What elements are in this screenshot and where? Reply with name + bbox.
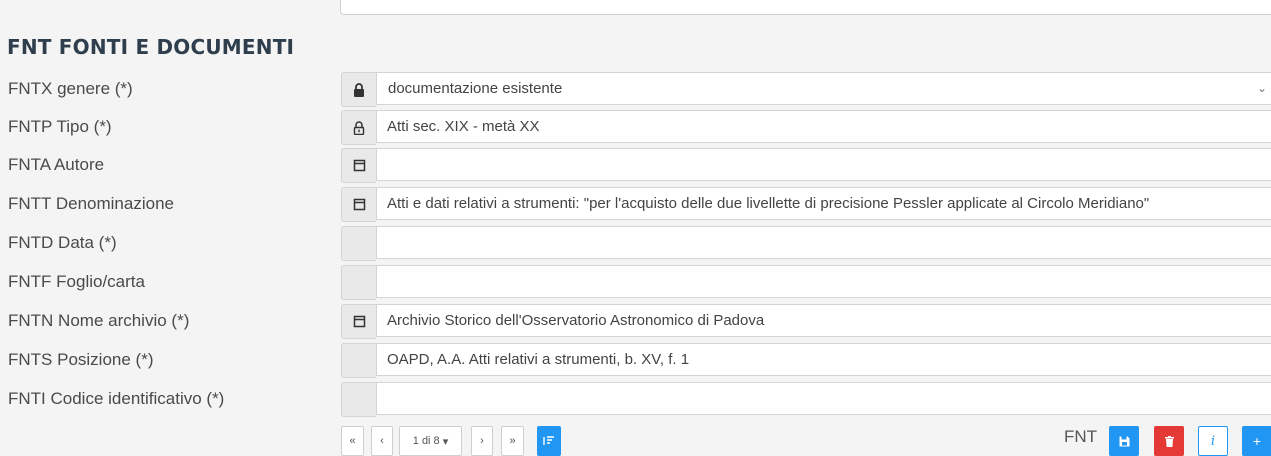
page-select[interactable]: 1 di 8 ▾ [399, 426, 462, 456]
field-label: FNTS Posizione (*) [8, 350, 154, 369]
last-page-button[interactable]: » [501, 426, 524, 456]
document-icon[interactable] [341, 187, 376, 222]
group-label: FNT [1064, 427, 1098, 446]
field-row-fnta: FNTA Autore [0, 147, 1271, 183]
next-page-button[interactable]: › [471, 426, 493, 456]
chevron-down-icon: ⌄ [1256, 81, 1267, 95]
select-value: documentazione esistente [388, 80, 563, 97]
fntp-tipo-input[interactable]: Atti sec. XIX - metà XX [376, 110, 1271, 143]
field-row-fntn: FNTN Nome archivio (*) Archivio Storico … [0, 303, 1271, 339]
prev-page-button[interactable]: ‹ [371, 426, 393, 456]
field-row-fntp: FNTP Tipo (*) Atti sec. XIX - metà XX [0, 109, 1271, 145]
sort-icon [543, 436, 554, 445]
info-button[interactable]: i [1198, 426, 1228, 456]
empty-addon [341, 382, 376, 417]
lock-icon [341, 72, 376, 107]
field-label: FNTT Denominazione [8, 194, 174, 213]
page-select-value: 1 di 8 [412, 435, 440, 447]
field-label: FNTD Data (*) [8, 233, 117, 252]
document-icon[interactable] [341, 148, 376, 183]
field-label: FNTI Codice identificativo (*) [8, 389, 225, 408]
empty-addon [341, 226, 376, 261]
caret-down-icon: ▾ [442, 435, 449, 448]
fntd-data-input[interactable] [376, 226, 1271, 259]
previous-field-bottom [340, 0, 1271, 15]
field-row-fntd: FNTD Data (*) [0, 225, 1271, 261]
first-page-button[interactable]: « [341, 426, 364, 456]
fnts-posizione-input[interactable]: OAPD, A.A. Atti relativi a strumenti, b.… [376, 343, 1271, 376]
fntf-foglio-input[interactable] [376, 265, 1271, 298]
field-row-fnti: FNTI Codice identificativo (*) [0, 381, 1271, 417]
sort-button[interactable] [537, 426, 561, 456]
field-label: FNTP Tipo (*) [8, 117, 112, 136]
document-icon[interactable] [341, 304, 376, 339]
fntx-genere-select[interactable]: documentazione esistente ⌄ [376, 72, 1271, 105]
field-row-fntx: FNTX genere (*) documentazione esistente… [0, 71, 1271, 107]
field-row-fnts: FNTS Posizione (*) OAPD, A.A. Atti relat… [0, 342, 1271, 378]
empty-addon [341, 265, 376, 300]
save-button[interactable] [1109, 426, 1139, 456]
save-icon [1119, 436, 1129, 446]
fnti-codice-input[interactable] [376, 382, 1271, 415]
field-label: FNTX genere (*) [8, 79, 133, 98]
fnta-autore-input[interactable] [376, 148, 1271, 181]
field-label: FNTA Autore [8, 155, 105, 174]
field-label: FNTN Nome archivio (*) [8, 311, 190, 330]
field-row-fntf: FNTF Foglio/carta [0, 264, 1271, 300]
unlock-icon[interactable] [341, 110, 376, 145]
field-label: FNTF Foglio/carta [8, 272, 145, 291]
empty-addon [341, 343, 376, 378]
section-title: FNT FONTI E DOCUMENTI [7, 35, 295, 59]
field-row-fntt: FNTT Denominazione Atti e dati relativi … [0, 186, 1271, 222]
trash-icon [1164, 435, 1174, 447]
delete-button[interactable] [1154, 426, 1184, 456]
fntn-nome-archivio-input[interactable]: Archivio Storico dell'Osservatorio Astro… [376, 304, 1271, 337]
add-button[interactable]: + [1242, 426, 1271, 456]
fntt-denominazione-input[interactable]: Atti e dati relativi a strumenti: "per l… [376, 187, 1271, 220]
